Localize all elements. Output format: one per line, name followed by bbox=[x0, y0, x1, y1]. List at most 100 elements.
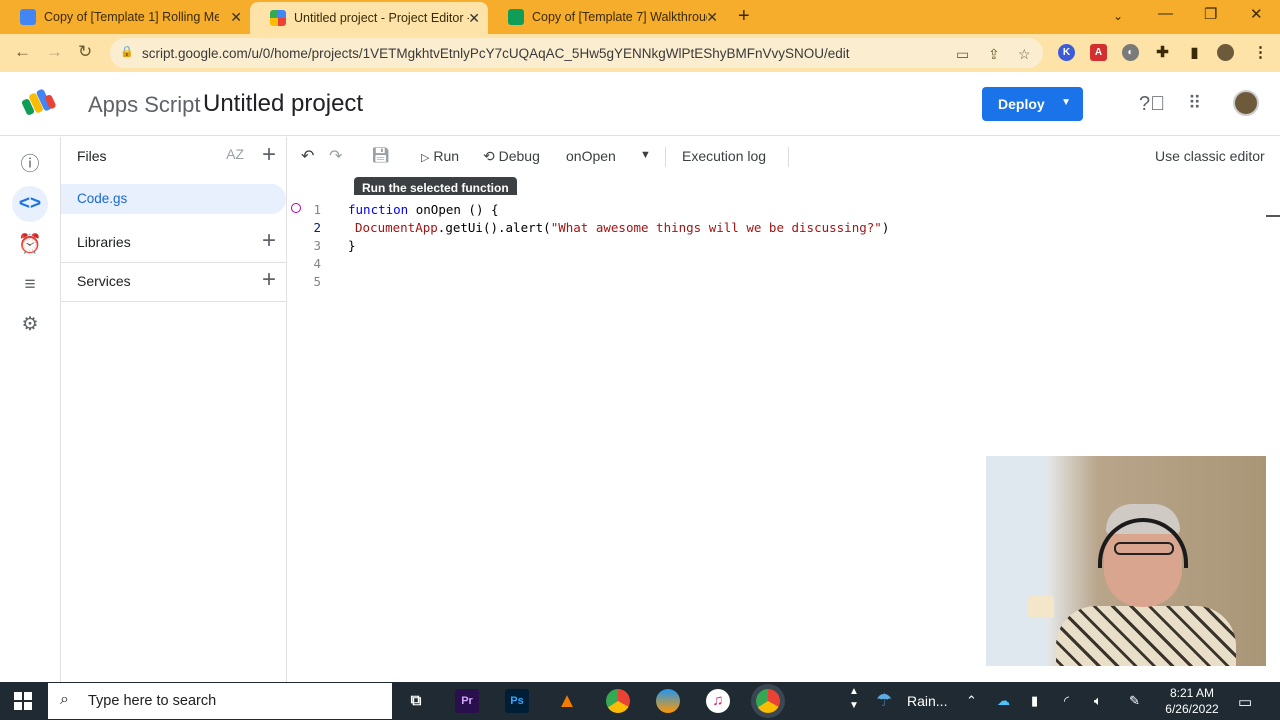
run-label: Run bbox=[433, 148, 460, 164]
executions-list-icon[interactable]: ≡ bbox=[18, 273, 42, 297]
breakpoint-marker-icon[interactable] bbox=[291, 203, 301, 213]
triggers-alarm-icon[interactable]: ⏰ bbox=[18, 233, 42, 257]
app-icon[interactable] bbox=[656, 689, 680, 713]
forward-icon[interactable]: → bbox=[46, 42, 63, 62]
close-tab-icon[interactable]: ✕ bbox=[706, 9, 718, 26]
overview-info-icon[interactable]: ⓘ bbox=[18, 153, 42, 177]
deploy-button[interactable]: Deploy ▼ bbox=[982, 87, 1083, 121]
line-number: 4 bbox=[313, 256, 321, 271]
execution-log-button[interactable]: Execution log bbox=[682, 148, 766, 164]
microphone-icon[interactable]: ▮ bbox=[1031, 693, 1038, 709]
itunes-icon[interactable]: ♫ bbox=[706, 689, 730, 713]
files-section-header: Files AZ + bbox=[61, 137, 286, 176]
hidden-icons-chevron-icon[interactable]: ⌃ bbox=[966, 693, 977, 709]
chrome-active-icon[interactable] bbox=[756, 689, 780, 713]
pen-icon[interactable]: ✎ bbox=[1129, 693, 1140, 709]
browser-tab-sheets[interactable]: Copy of [Template 7] Walkthroug ✕ bbox=[488, 0, 726, 34]
url-text: script.google.com/u/0/home/projects/1VET… bbox=[142, 46, 850, 61]
left-nav-rail: ⓘ <> ⏰ ≡ ⚙ bbox=[0, 137, 61, 682]
weather-text[interactable]: Rain... bbox=[907, 693, 947, 709]
tab-title: Copy of [Template 1] Rolling Me bbox=[44, 10, 219, 24]
apps-script-logo-icon bbox=[22, 89, 56, 115]
help-icon[interactable]: ?⃝ bbox=[1139, 93, 1165, 116]
google-sheets-icon bbox=[508, 9, 524, 25]
debug-button[interactable]: ⟲ Debug bbox=[483, 148, 540, 165]
share-icon[interactable]: ⇪ bbox=[988, 46, 1000, 63]
new-tab-icon[interactable]: + bbox=[738, 5, 750, 28]
back-icon[interactable]: ← bbox=[14, 42, 31, 62]
line-number: 1 bbox=[313, 202, 321, 217]
profile-avatar-icon[interactable] bbox=[1217, 44, 1234, 61]
search-icon: ⌕ bbox=[60, 691, 69, 708]
code-line-2: DocumentApp.getUi().alert("What awesome … bbox=[355, 220, 889, 235]
webcam-lamp bbox=[1028, 596, 1054, 618]
address-bar[interactable]: 🔒 script.google.com/u/0/home/projects/1V… bbox=[110, 38, 1043, 68]
add-library-icon[interactable]: + bbox=[262, 227, 276, 255]
browser-tab-docs[interactable]: Copy of [Template 1] Rolling Me ✕ bbox=[0, 0, 250, 34]
bookmark-star-icon[interactable]: ☆ bbox=[1018, 46, 1031, 63]
browser-menu-icon[interactable]: ⋮ bbox=[1252, 44, 1269, 61]
tab-search-icon[interactable]: ⌄ bbox=[1113, 9, 1123, 23]
project-title[interactable]: Untitled project bbox=[203, 90, 363, 118]
chevron-down-icon: ▼ bbox=[640, 149, 651, 161]
editor-toolbar: ↶ ↷ 💾︎ ▷ Run ⟲ Debug onOpen ▼ Execution … bbox=[287, 137, 1280, 177]
windows-start-icon[interactable] bbox=[14, 692, 32, 710]
reload-icon[interactable]: ↻ bbox=[78, 42, 92, 62]
volume-icon[interactable]: 🔈︎ bbox=[1094, 693, 1102, 709]
webcam-background bbox=[986, 456, 1046, 666]
minimize-icon[interactable]: — bbox=[1158, 5, 1173, 22]
close-tab-icon[interactable]: ✕ bbox=[468, 10, 480, 27]
notifications-icon[interactable]: ▭ bbox=[1238, 693, 1252, 711]
glasses bbox=[1114, 542, 1174, 555]
services-label: Services bbox=[77, 273, 131, 289]
settings-gear-icon[interactable]: ⚙ bbox=[18, 313, 42, 337]
extension-icon[interactable]: ◐ bbox=[1122, 44, 1139, 61]
extension-k-icon[interactable]: K bbox=[1058, 44, 1075, 61]
undo-icon[interactable]: ↶ bbox=[301, 146, 314, 166]
vlc-icon[interactable]: ▲ bbox=[555, 689, 579, 713]
add-service-icon[interactable]: + bbox=[262, 266, 276, 294]
run-button[interactable]: ▷ Run bbox=[421, 148, 459, 164]
deploy-dropdown-icon[interactable]: ▼ bbox=[1061, 97, 1071, 108]
clock-time: 8:21 AM bbox=[1169, 686, 1215, 700]
save-page-icon[interactable]: ▭ bbox=[956, 46, 969, 63]
save-icon[interactable]: 💾︎ bbox=[371, 146, 390, 164]
extensions-puzzle-icon[interactable]: ✚ bbox=[1154, 44, 1171, 61]
apps-grid-icon[interactable]: ⠿ bbox=[1188, 93, 1201, 114]
file-item-code-gs[interactable]: Code.gs bbox=[61, 184, 286, 214]
acrobat-extension-icon[interactable]: A bbox=[1090, 44, 1107, 61]
code-text: ) bbox=[881, 220, 890, 235]
task-view-icon[interactable]: ⧉ bbox=[404, 689, 428, 713]
onedrive-icon[interactable]: ☁ bbox=[997, 693, 1010, 709]
taskbar-search-box[interactable]: ⌕ Type here to search bbox=[48, 683, 392, 719]
app-name: Apps Script bbox=[88, 92, 201, 117]
webcam-person-shirt bbox=[1056, 606, 1236, 666]
tray-scroll-icon[interactable]: ▲ ▼ bbox=[849, 685, 859, 713]
wifi-icon[interactable]: ◜ bbox=[1064, 693, 1069, 709]
code-text: onOpen () { bbox=[408, 202, 499, 217]
chrome-icon[interactable] bbox=[606, 689, 630, 713]
editor-code-icon[interactable]: <> bbox=[12, 186, 48, 222]
close-window-icon[interactable]: ✕ bbox=[1250, 5, 1263, 23]
search-placeholder: Type here to search bbox=[88, 693, 217, 709]
function-select[interactable]: onOpen ▼ bbox=[566, 148, 656, 164]
code-line-1: function onOpen () { bbox=[348, 202, 499, 217]
restore-icon[interactable]: ❐ bbox=[1204, 5, 1217, 23]
account-avatar[interactable] bbox=[1233, 90, 1259, 116]
premiere-pro-icon[interactable]: Pr bbox=[455, 689, 479, 713]
sort-az-icon[interactable]: AZ bbox=[226, 146, 244, 162]
side-panel-icon[interactable]: ▮ bbox=[1186, 44, 1203, 61]
browser-tab-apps-script[interactable]: Untitled project - Project Editor - ✕ bbox=[250, 2, 488, 34]
photoshop-icon[interactable]: Ps bbox=[505, 689, 529, 713]
libraries-label: Libraries bbox=[77, 234, 131, 250]
webcam-overlay bbox=[986, 456, 1266, 666]
taskbar-clock[interactable]: 8:21 AM 6/26/2022 bbox=[1160, 685, 1224, 717]
use-classic-editor-link[interactable]: Use classic editor bbox=[1155, 148, 1265, 164]
clock-date: 6/26/2022 bbox=[1165, 702, 1219, 716]
line-number: 3 bbox=[313, 238, 321, 253]
browser-tab-strip: Copy of [Template 1] Rolling Me ✕ Untitl… bbox=[0, 0, 1280, 34]
close-tab-icon[interactable]: ✕ bbox=[230, 9, 242, 26]
weather-umbrella-icon[interactable]: ☂ bbox=[876, 690, 892, 711]
redo-icon[interactable]: ↷ bbox=[329, 146, 342, 166]
add-file-icon[interactable]: + bbox=[262, 141, 276, 169]
